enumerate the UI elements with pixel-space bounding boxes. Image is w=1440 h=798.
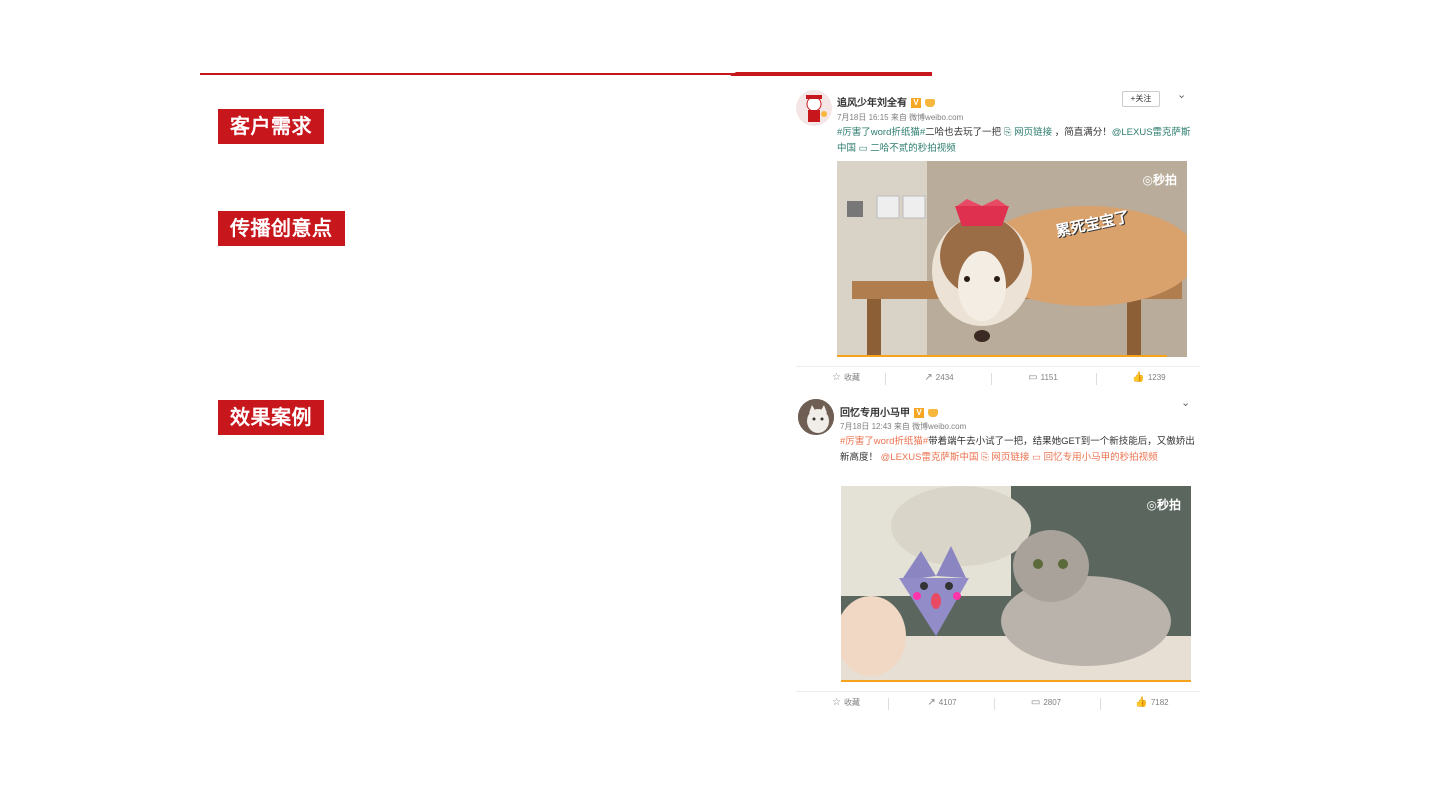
like-icon: 👍 [1135, 697, 1148, 708]
star-icon: ☆ [832, 697, 841, 708]
title-rule [200, 72, 932, 76]
action-bar: ☆ 收藏 ↗ 2434 ▭ 1151 👍 1239 [796, 366, 1200, 389]
comment-icon: ▭ [1030, 697, 1041, 708]
video-progress [837, 355, 1167, 357]
like-button[interactable]: 👍 7182 [1102, 696, 1202, 710]
video-icon: ▭ [1032, 452, 1041, 463]
weibo-post-2: 回忆专用小马甲 V ⌄ 7月18日 12:43 来自 微博weibo.com #厉… [796, 396, 1200, 714]
web-link[interactable]: ⎘ 网页链接 [981, 452, 1029, 463]
like-icon: 👍 [1132, 372, 1145, 383]
chevron-down-icon[interactable]: ⌄ [1177, 90, 1189, 101]
post-meta: 7月18日 12:43 来自 微博weibo.com [840, 422, 967, 431]
video-link[interactable]: ▭ 回忆专用小马甲的秒拍视频 [1032, 452, 1158, 463]
camera-icon: ◎ [1146, 498, 1157, 512]
share-button[interactable]: ↗ 4107 [892, 696, 992, 710]
crown-icon [928, 409, 938, 418]
post-text: #厉害了word折纸猫#二哈也去玩了一把 ⎘ 网页链接 ，简直满分！@LEXUS… [837, 127, 1191, 154]
video-thumbnail[interactable]: ◎秒拍 累死宝宝了 [837, 161, 1187, 357]
username[interactable]: 追风少年刘全有 V [837, 94, 935, 109]
comment-button[interactable]: ▭ 2807 [996, 696, 1096, 710]
post-meta: 7月18日 16:15 来自 微博weibo.com [837, 113, 964, 122]
section-label-needs: 客户需求 [218, 109, 324, 144]
verified-icon: V [914, 408, 924, 419]
video-link[interactable]: ▭ 二哈不贰的秒拍视频 [859, 143, 956, 154]
action-bar: ☆ 收藏 ↗ 4107 ▭ 2807 👍 7182 [796, 691, 1200, 714]
video-progress [841, 680, 1191, 682]
post-text: #厉害了word折纸猫#带着端午去小试了一把，结果她GET到一个新技能后，又傲娇… [840, 436, 1195, 463]
comment-icon: ▭ [1028, 372, 1038, 383]
weibo-post-1: 追风少年刘全有 V +关注 ⌄ 7月18日 16:15 来自 微博weibo.co… [796, 86, 1200, 392]
comment-button[interactable]: ▭ 1151 [993, 371, 1093, 385]
link-icon: ⎘ [1003, 127, 1012, 138]
favorite-button[interactable]: ☆ 收藏 [796, 696, 896, 710]
star-icon: ☆ [832, 372, 841, 383]
verified-icon: V [911, 98, 921, 109]
cat-image [841, 486, 1191, 682]
link-icon: ⎘ [981, 452, 989, 463]
miaopai-watermark: ◎秒拍 [1142, 173, 1178, 187]
web-link[interactable]: ⎘ 网页链接 [1004, 127, 1052, 138]
section-label-idea: 传播创意点 [218, 211, 345, 246]
video-thumbnail[interactable]: ◎秒拍 [841, 486, 1191, 682]
husky-image [837, 161, 1187, 357]
favorite-button[interactable]: ☆ 收藏 [796, 371, 896, 385]
share-icon: ↗ [927, 697, 936, 708]
crown-icon [925, 99, 935, 108]
username[interactable]: 回忆专用小马甲 V [840, 404, 938, 419]
section-label-cases: 效果案例 [218, 400, 324, 435]
video-icon: ▭ [858, 143, 868, 154]
miaopai-watermark: ◎秒拍 [1146, 498, 1182, 512]
hashtag-link[interactable]: #厉害了word折纸猫# [840, 436, 928, 447]
share-button[interactable]: ↗ 2434 [889, 371, 989, 385]
camera-icon: ◎ [1142, 173, 1153, 187]
hashtag-link[interactable]: #厉害了word折纸猫# [837, 127, 925, 138]
follow-button[interactable]: +关注 [1122, 91, 1160, 107]
share-icon: ↗ [924, 372, 933, 383]
like-button[interactable]: 👍 1239 [1099, 371, 1199, 385]
avatar[interactable] [798, 399, 834, 435]
mention-link[interactable]: @LEXUS雷克萨斯中国 [881, 452, 979, 463]
chevron-down-icon[interactable]: ⌄ [1181, 398, 1193, 409]
avatar[interactable] [796, 90, 832, 126]
